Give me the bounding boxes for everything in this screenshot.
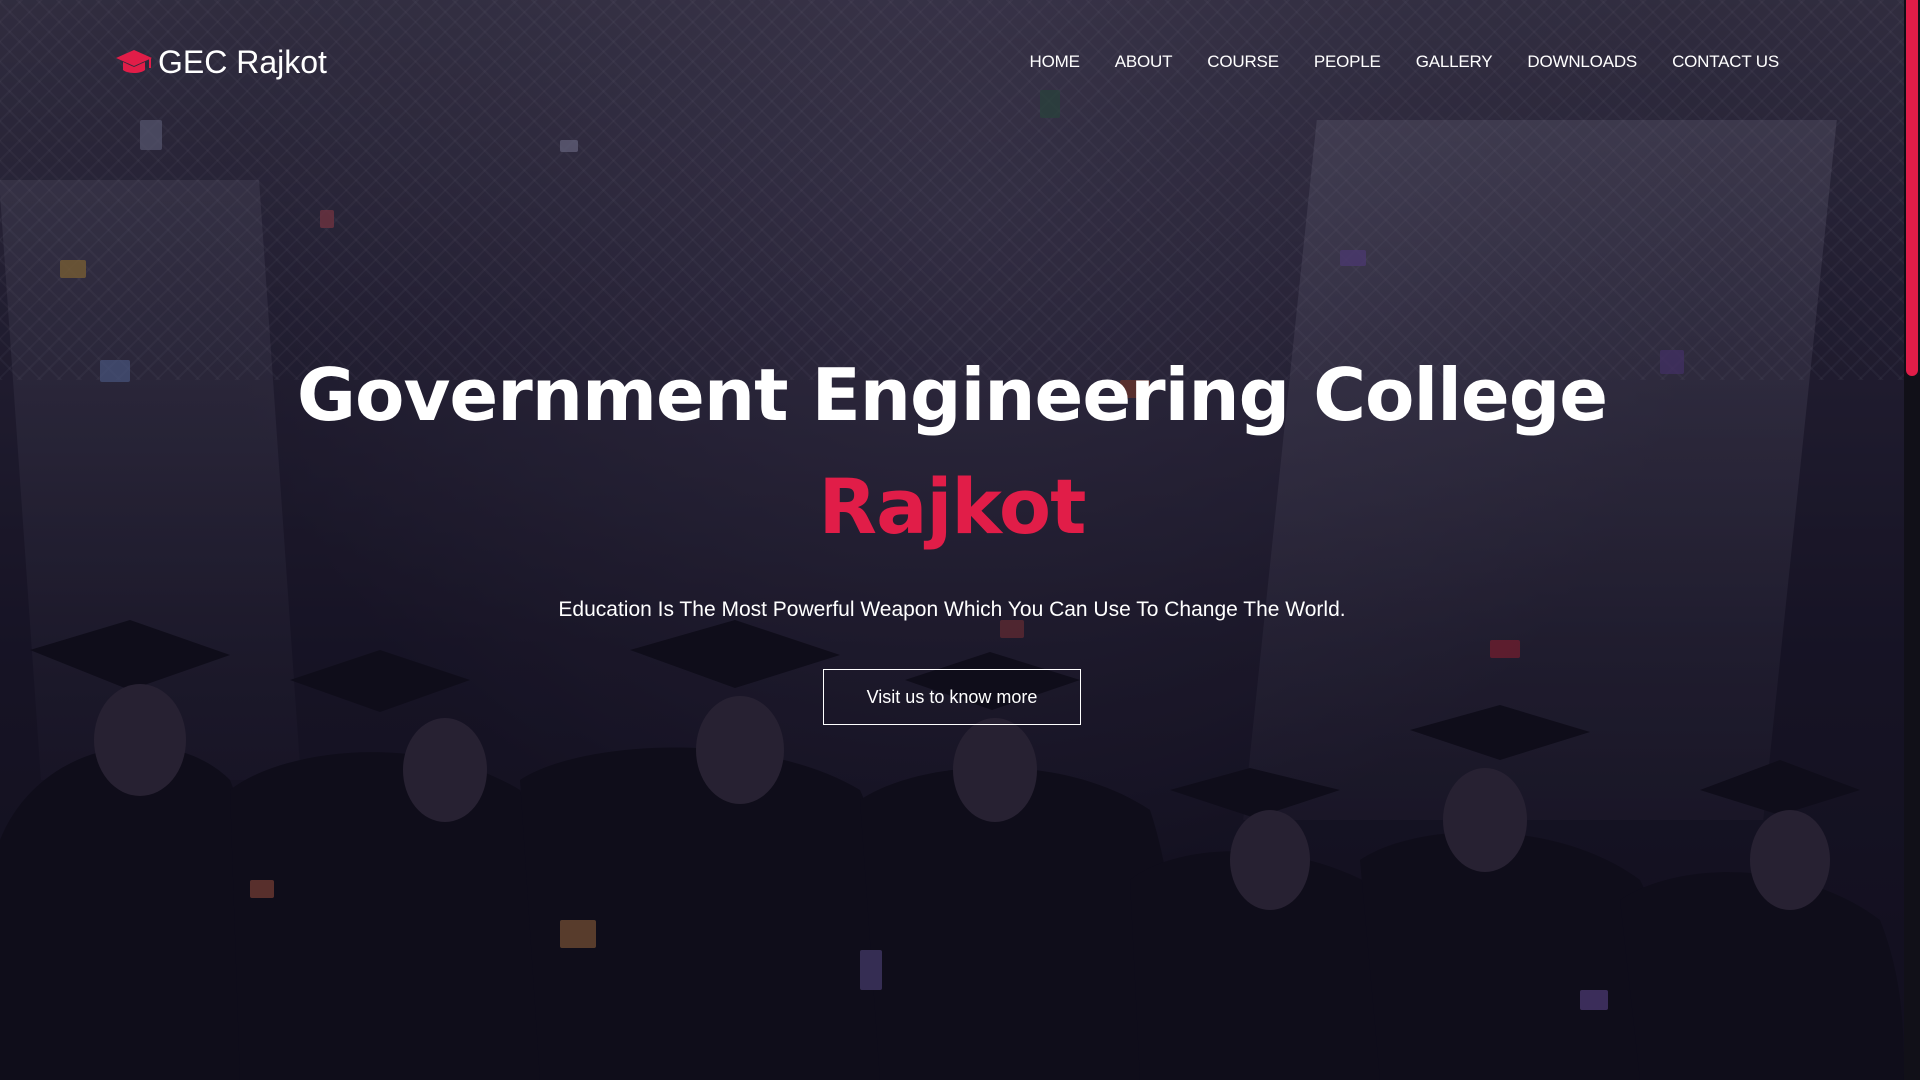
nav-item-home[interactable]: HOME [1030, 52, 1080, 71]
nav-item-about[interactable]: ABOUT [1115, 52, 1173, 71]
brand-logo-link[interactable]: GEC Rajkot [114, 44, 327, 81]
graduation-cap-icon [114, 48, 154, 78]
hero-content: Government Engineering College Rajkot Ed… [0, 345, 1904, 725]
nav-item-course[interactable]: COURSE [1207, 52, 1279, 71]
page-scrollbar[interactable] [1904, 0, 1920, 1080]
brand-name: GEC Rajkot [158, 44, 327, 80]
nav-item-gallery[interactable]: GALLERY [1416, 52, 1493, 71]
scrollbar-thumb[interactable] [1906, 0, 1918, 376]
site-header: GEC Rajkot HOME ABOUT COURSE PEOPLE GALL… [0, 0, 1920, 128]
hero-title-accent: Rajkot [818, 462, 1087, 551]
nav-item-people[interactable]: PEOPLE [1314, 52, 1381, 71]
hero-title: Government Engineering College [296, 353, 1608, 437]
hero-tagline: Education Is The Most Powerful Weapon Wh… [558, 598, 1346, 621]
main-navigation: HOME ABOUT COURSE PEOPLE GALLERY DOWNLOA… [995, 52, 1780, 72]
hero-section: GEC Rajkot HOME ABOUT COURSE PEOPLE GALL… [0, 0, 1920, 1080]
nav-item-contact-us[interactable]: CONTACT US [1672, 52, 1779, 71]
visit-us-button[interactable]: Visit us to know more [823, 669, 1081, 725]
nav-item-downloads[interactable]: DOWNLOADS [1527, 52, 1637, 71]
